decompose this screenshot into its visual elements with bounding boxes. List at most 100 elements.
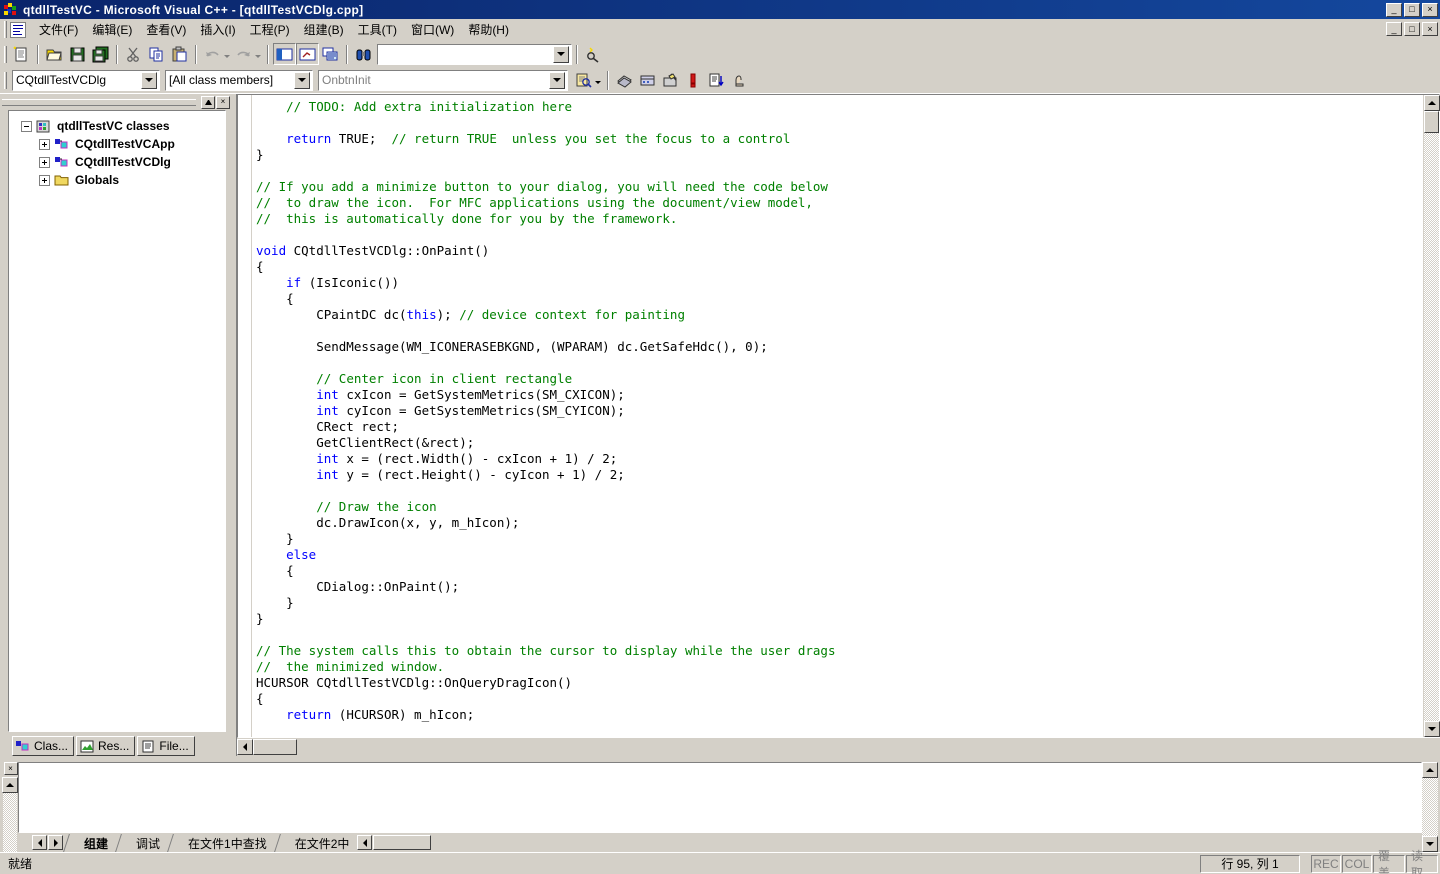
chevron-up-icon [1428,101,1436,105]
code-text: { [256,563,294,578]
output-tab-build[interactable]: 组建 [74,834,116,851]
output-scroll-up-button[interactable] [2,777,18,793]
standard-toolbar [0,41,1440,67]
mdi-minimize-button[interactable]: _ [1386,22,1402,36]
source-code-text[interactable]: // TODO: Add extra initialization here r… [252,95,1423,737]
cut-button[interactable] [122,43,145,65]
tree-item-globals[interactable]: Globals [9,171,225,189]
editor-selection-margin[interactable] [238,95,252,737]
workspace-toggle-button[interactable] [273,43,296,65]
find-combo[interactable] [377,44,572,65]
save-button[interactable] [66,43,89,65]
mdi-close-icon: × [1423,23,1437,35]
menu-item-window[interactable]: 窗口(W) [404,19,461,40]
window-list-icon [322,46,339,63]
close-button[interactable]: × [1422,3,1438,17]
scroll-thumb[interactable] [1424,111,1439,133]
redo-dropdown-arrow[interactable] [255,55,261,58]
output-scroll-track[interactable] [3,793,17,852]
workspace-close-button[interactable]: × [216,96,230,109]
find-input[interactable] [378,47,553,61]
open-file-button[interactable] [43,43,66,65]
tab-resource-view[interactable]: Res... [76,736,135,756]
output-tab-nav-left[interactable] [357,835,372,850]
restore-button[interactable]: □ [1404,3,1420,17]
output-right-scrollbar[interactable] [1422,762,1438,852]
tab-divider [116,834,126,851]
tab-file-view[interactable]: File... [137,736,194,756]
menu-item-edit[interactable]: 编辑(E) [85,19,139,40]
find-combo-dropdown-button[interactable] [553,46,569,63]
output-tab-find-in-files-2[interactable]: 在文件2中 [285,834,358,851]
find-in-files-button[interactable] [582,43,605,65]
filter-combo-dropdown-button[interactable] [294,72,310,89]
class-view-tree[interactable]: qtdllTestVC classes CQtdllTestVCApp [8,110,226,732]
build-button[interactable] [636,69,659,91]
output-toggle-button[interactable] [296,43,319,65]
window-list-button[interactable] [319,43,342,65]
output-scroll-up-button-right[interactable] [1422,762,1438,778]
menu-item-build[interactable]: 组建(B) [297,19,351,40]
output-tab-scroll-right[interactable] [48,835,63,850]
mdi-close-button[interactable]: × [1422,22,1438,36]
insert-breakpoint-icon [731,72,748,89]
wizardbar-dropdown-arrow[interactable] [595,81,601,84]
output-tab-scroll-thumb[interactable] [373,835,431,850]
workspace-drag-bar[interactable] [2,99,196,106]
output-tab-debug[interactable]: 调试 [126,834,168,851]
compile-button[interactable] [613,69,636,91]
hscroll-thumb[interactable] [253,739,297,755]
save-all-button[interactable] [89,43,112,65]
tree-item-class-dlg[interactable]: CQtdllTestVCDlg [9,153,225,171]
scroll-down-button[interactable] [1424,721,1440,737]
copy-button[interactable] [145,43,168,65]
mdi-restore-button[interactable]: □ [1404,22,1420,36]
menu-item-file[interactable]: 文件(F) [32,19,85,40]
output-tab-scroll-left[interactable] [32,835,47,850]
filter-combo[interactable]: [All class members] [165,70,313,91]
output-scroll-track-right[interactable] [1422,778,1438,836]
scroll-up-button[interactable] [1424,95,1440,111]
scroll-left-button[interactable] [237,739,253,755]
paste-button[interactable] [168,43,191,65]
undo-button[interactable] [201,43,224,65]
expander-minus-icon[interactable] [21,121,32,132]
redo-button[interactable] [232,43,255,65]
stop-build-button[interactable] [659,69,682,91]
editor-vertical-scrollbar[interactable] [1423,95,1439,737]
menu-item-tools[interactable]: 工具(T) [351,19,404,40]
standard-toolbar-grip[interactable] [4,46,7,63]
output-close-button[interactable]: × [4,762,18,775]
class-combo[interactable]: CQtdllTestVCDlg [12,70,160,91]
chevron-down-icon [145,78,153,82]
class-combo-dropdown-button[interactable] [141,72,157,89]
editor-horizontal-scrollbar[interactable] [237,739,297,755]
undo-dropdown-arrow[interactable] [224,55,230,58]
go-button[interactable] [705,69,728,91]
menu-item-help[interactable]: 帮助(H) [461,19,516,40]
tab-class-view[interactable]: Clas... [12,736,74,756]
wizardbar-action-button[interactable] [572,69,595,91]
member-combo-dropdown-button[interactable] [549,72,565,89]
expander-plus-icon[interactable] [39,139,50,150]
expander-plus-icon[interactable] [39,175,50,186]
insert-breakpoint-button[interactable] [728,69,751,91]
menu-item-project[interactable]: 工程(P) [243,19,297,40]
member-combo[interactable]: OnbtnInit [318,70,568,91]
output-tab-find-in-files-1[interactable]: 在文件1中查找 [178,834,275,851]
find-button[interactable] [352,43,375,65]
workspace-minimize-button[interactable] [201,96,215,109]
menubar-grip[interactable] [4,21,7,38]
minimize-button[interactable]: _ [1386,3,1402,17]
menu-item-insert[interactable]: 插入(I) [193,19,242,40]
execute-button[interactable] [682,69,705,91]
tree-item-project-classes[interactable]: qtdllTestVC classes [9,117,225,135]
output-text-area[interactable] [18,762,1422,833]
new-file-button[interactable] [10,43,33,65]
tree-item-class-app[interactable]: CQtdllTestVCApp [9,135,225,153]
scroll-track[interactable] [1424,133,1439,721]
wizardbar-grip[interactable] [4,72,7,89]
menu-item-view[interactable]: 查看(V) [139,19,193,40]
tree-item-label: Globals [75,173,119,187]
expander-plus-icon[interactable] [39,157,50,168]
